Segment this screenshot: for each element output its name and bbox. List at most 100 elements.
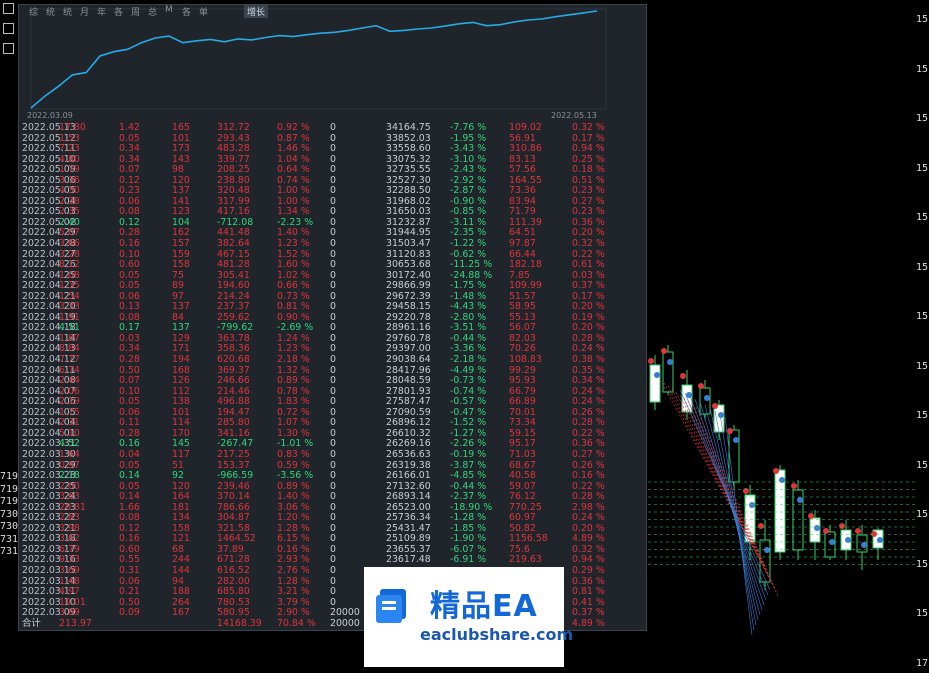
trade-marker	[667, 359, 673, 365]
book-logo-icon	[376, 589, 406, 623]
cell-9: 97.87	[509, 238, 536, 250]
table-row: 2022.03.30 1.64 0.04 117 217.25 0.83 % 0 26536.…	[19, 448, 646, 461]
candle-body	[649, 364, 661, 403]
trade-marker	[871, 531, 877, 537]
cell-8: -6.91 %	[450, 554, 487, 566]
cell-5: 70.84 %	[277, 617, 316, 629]
cell-1: 7.77	[59, 354, 80, 366]
tab-7[interactable]: 总	[148, 5, 157, 18]
table-row: 2022.04.28 3.66 0.16 157 382.64 1.23 % 0 31503.…	[19, 238, 646, 250]
cell-8: -4.85 %	[450, 470, 487, 482]
table-row: 2022.04.12 7.77 0.28 194 620.68 2.18 % 0 29038.…	[19, 354, 646, 366]
tab-2[interactable]: 统	[63, 5, 72, 18]
chart-toolbar	[3, 3, 17, 63]
cell-5: 0.92 %	[277, 122, 310, 133]
price-tick: 15	[915, 459, 928, 471]
cell-9: 108.83	[509, 354, 542, 366]
cell-1: 17.80	[59, 122, 86, 133]
watermark-title: 精品EA	[430, 589, 538, 624]
price-tick: 15	[915, 410, 928, 421]
cell-8: -2.18 %	[450, 354, 487, 366]
trade-marker	[823, 528, 829, 534]
cell-9: 109.02	[509, 122, 542, 133]
trade-marker	[680, 373, 686, 379]
trade-marker	[704, 395, 710, 401]
cell-6: 0	[330, 122, 336, 133]
cell-3: 165	[172, 122, 190, 133]
tab-6[interactable]: 周	[131, 5, 140, 18]
price-tick: 15	[915, 261, 928, 273]
candle-body	[713, 404, 725, 433]
trade-marker	[855, 528, 861, 534]
tab-0[interactable]: 综	[29, 5, 38, 18]
tab-11[interactable]: 增长	[244, 5, 269, 18]
trade-marker	[814, 525, 820, 531]
price-tick: 15	[915, 608, 928, 619]
cell-10: 0.27 %	[572, 448, 605, 460]
cell-1: 1.64	[59, 448, 80, 460]
cell-10: 4.89 %	[572, 617, 605, 629]
cell-1: 3.69	[59, 564, 80, 576]
cell-8: -7.76 %	[450, 122, 487, 133]
cell-10: 0.16 %	[572, 470, 605, 482]
trade-marker	[749, 502, 755, 508]
left-price-label: 730	[0, 508, 19, 520]
cell-8: -0.19 %	[450, 448, 487, 460]
trade-marker	[698, 383, 704, 389]
tool-line-icon[interactable]	[3, 23, 14, 34]
cell-1: 2.18	[59, 470, 80, 482]
tab-10[interactable]: 单	[199, 5, 208, 18]
report-panel: 综统统月年各周总 M 各单增长 2022.03.09 2022.05.13 2022…	[18, 4, 647, 631]
tab-1[interactable]: 统	[46, 5, 55, 18]
cell-2: 0.09	[119, 607, 140, 619]
trade-marker	[861, 542, 867, 548]
cell-6: 20000	[330, 617, 360, 629]
price-tick: 15	[915, 558, 928, 570]
cell-3: 194	[172, 354, 190, 366]
cell-4: 217.25	[217, 448, 250, 460]
trade-marker	[727, 428, 733, 434]
tool-crosshair-icon[interactable]	[3, 3, 14, 14]
equity-start-date: 2022.03.09	[27, 111, 73, 120]
tab-3[interactable]: 月	[80, 5, 89, 18]
cell-5: 2.18 %	[277, 354, 310, 366]
watermark-url: eaclubshare.com	[420, 625, 574, 644]
trade-marker	[797, 497, 803, 503]
cell-7: 23617.48	[386, 554, 431, 566]
left-price-label: 719	[0, 483, 19, 495]
tab-4[interactable]: 年	[97, 5, 106, 18]
tab-8[interactable]: M	[165, 5, 173, 15]
cell-5: 2.76 %	[277, 564, 310, 576]
cell-6: 0	[330, 470, 336, 482]
price-tick: 15	[915, 360, 928, 372]
cell-1: 3.66	[59, 238, 80, 250]
cell-8: -1.22 %	[450, 238, 487, 250]
left-price-label: 731	[0, 546, 19, 557]
trade-marker	[712, 403, 718, 409]
left-price-label: 719	[0, 471, 19, 482]
cell-3: 117	[172, 448, 190, 460]
cell-2: 0.14	[119, 470, 140, 482]
cell-1: 213.97	[59, 617, 92, 629]
cell-2: 0.04	[119, 448, 140, 460]
cell-4: 14168.39	[217, 617, 262, 629]
left-price-label: 719	[0, 496, 19, 507]
price-tick: 15	[915, 63, 928, 75]
equity-curve-chart	[30, 8, 607, 110]
cell-9: 40.58	[509, 470, 536, 482]
trade-marker	[661, 348, 667, 354]
price-tick: 15	[915, 14, 928, 25]
cell-2: 0.28	[119, 354, 140, 366]
tool-period-icon[interactable]	[3, 43, 14, 54]
cell-10: 0.32 %	[572, 238, 605, 250]
daily-report-table: 2022.05.13 17.80 1.42 165 312.72 0.92 % 0 34164…	[19, 122, 646, 629]
cell-7: 29038.64	[386, 354, 431, 366]
price-tick: 15	[915, 212, 928, 223]
tab-5[interactable]: 各	[114, 5, 123, 18]
cell-0: 合计	[22, 617, 41, 629]
tab-9[interactable]: 各	[182, 5, 191, 18]
cell-5: -3.56 %	[277, 470, 314, 482]
price-tick: 15	[915, 162, 928, 174]
cell-5: 0.83 %	[277, 448, 310, 460]
candle-body	[699, 387, 711, 415]
